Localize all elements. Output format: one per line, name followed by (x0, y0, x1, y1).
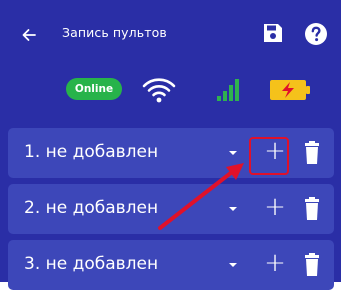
cellular-signal-icon (217, 79, 239, 101)
save-icon[interactable] (262, 22, 284, 44)
trash-icon[interactable] (304, 253, 320, 277)
remote-label: 2. не добавлен (24, 198, 159, 218)
add-remote-button[interactable]: + (260, 248, 290, 279)
wifi-icon (142, 78, 176, 103)
add-button-highlight (249, 137, 289, 175)
online-status-badge: Online (66, 78, 122, 100)
page-title: Запись пультов (62, 25, 167, 40)
help-icon[interactable] (304, 22, 328, 46)
battery-charging-icon (270, 80, 310, 100)
remote-recording-screen: Запись пультов Online 1. не добавлен + 2… (0, 0, 341, 290)
remote-row-3: 3. не добавлен + (8, 240, 334, 290)
remote-label: 3. не добавлен (24, 254, 159, 274)
remote-row-2: 2. не добавлен + (8, 184, 334, 234)
chevron-down-icon[interactable] (225, 201, 241, 217)
trash-icon[interactable] (304, 197, 320, 221)
trash-icon[interactable] (304, 141, 320, 165)
add-remote-button[interactable]: + (260, 192, 290, 223)
plus-icon: + (264, 192, 286, 222)
remote-label: 1. не добавлен (24, 142, 159, 162)
chevron-down-icon[interactable] (225, 145, 241, 161)
back-arrow-icon[interactable] (20, 26, 38, 44)
chevron-down-icon[interactable] (225, 257, 241, 273)
app-header: Запись пультов (0, 0, 341, 70)
plus-icon: + (264, 248, 286, 278)
